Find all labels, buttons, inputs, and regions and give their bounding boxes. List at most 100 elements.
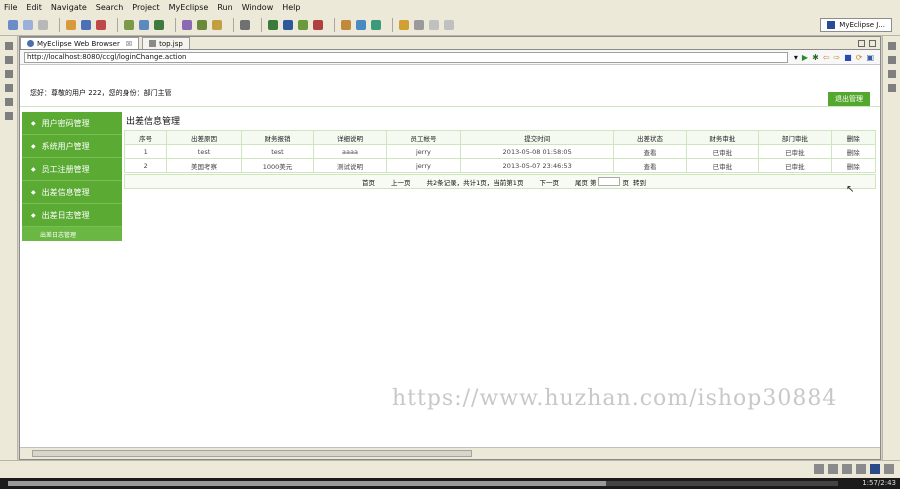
console-icon[interactable] — [828, 464, 838, 474]
sidebar-item-trip-log[interactable]: ◆ 出差日志管理 — [22, 204, 122, 227]
trip-table: 序号 出差原因 财务报销 详细说明 员工帐号 提交时间 出差状态 财务审批 部门… — [123, 130, 877, 173]
debug-run-icon[interactable] — [283, 19, 293, 30]
page-number-input[interactable] — [598, 177, 621, 186]
view-link[interactable]: 查看 — [613, 158, 687, 173]
run-icon[interactable] — [268, 19, 278, 30]
pin-icon[interactable] — [414, 19, 424, 30]
tasks-icon[interactable] — [5, 112, 13, 120]
browser-address-bar: http://localhost:8080/ccgl/loginChange.a… — [20, 50, 880, 65]
next-page-link[interactable]: 下一页 — [539, 177, 559, 187]
arrow-icon: ◆ — [31, 142, 36, 150]
restore-icon[interactable] — [5, 84, 13, 92]
forward-icon[interactable]: ⇨ — [833, 53, 840, 62]
sidebar-item-employee-registration[interactable]: ◆ 员工注册管理 — [22, 158, 122, 181]
print-icon[interactable] — [38, 19, 48, 30]
save-icon[interactable] — [23, 19, 33, 30]
view-link[interactable]: 查看 — [613, 144, 687, 159]
last-page-link[interactable]: 尾页 — [575, 177, 588, 187]
fast-view-icon[interactable] — [814, 464, 824, 474]
restore-icon[interactable] — [5, 42, 13, 50]
outline-icon[interactable] — [5, 98, 13, 106]
cell-index: 1 — [123, 144, 168, 159]
home-icon[interactable]: ▣ — [866, 53, 874, 62]
url-input[interactable]: http://localhost:8080/ccgl/loginChange.a… — [24, 51, 788, 63]
minimize-icon[interactable] — [858, 40, 865, 47]
user-greeting: 您好：尊敬的用户 222，您的身份：部门主管 — [30, 89, 172, 97]
restore-icon[interactable] — [888, 42, 896, 50]
stop-icon[interactable]: ■ — [844, 53, 852, 62]
forward-icon[interactable] — [444, 19, 454, 30]
maximize-icon[interactable] — [869, 40, 876, 47]
back-icon[interactable] — [429, 19, 439, 30]
deploy-icon[interactable] — [66, 19, 76, 30]
menu-search[interactable]: Search — [96, 3, 123, 12]
wizard-icon[interactable] — [139, 19, 149, 30]
sidebar-subitem-trip-log[interactable]: 出差日志管理 — [22, 227, 122, 241]
go-button[interactable]: 转到 — [633, 177, 646, 187]
video-player-bar: 1:57/2:43 — [0, 478, 900, 489]
open-type-icon[interactable] — [341, 19, 351, 30]
browser-icon[interactable] — [96, 19, 106, 30]
external-tools-icon[interactable] — [313, 19, 323, 30]
menu-window[interactable]: Window — [242, 3, 274, 12]
server-icon[interactable] — [81, 19, 91, 30]
editor-tabs: MyEclipse Web Browser ☒ top.jsp — [20, 37, 880, 50]
settings-icon[interactable] — [240, 19, 250, 30]
outline-icon[interactable] — [888, 56, 896, 64]
package-icon[interactable] — [197, 19, 207, 30]
menu-navigate[interactable]: Navigate — [51, 3, 87, 12]
menu-help[interactable]: Help — [282, 3, 300, 12]
sidebar-item-password[interactable]: ◆ 用户密码管理 — [22, 112, 122, 135]
new-icon[interactable] — [8, 19, 18, 30]
menu-file[interactable]: File — [4, 3, 17, 12]
sidebar-item-system-users[interactable]: ◆ 系统用户管理 — [22, 135, 122, 158]
back-icon[interactable]: ⇦ — [823, 53, 830, 62]
refresh-icon[interactable]: ⟳ — [856, 53, 863, 62]
menu-run[interactable]: Run — [217, 3, 232, 12]
sidebar-item-trip-info[interactable]: ◆ 出差信息管理 — [22, 181, 122, 204]
perspective-icon — [827, 21, 836, 29]
tab-web-browser[interactable]: MyEclipse Web Browser ☒ — [20, 37, 140, 49]
go-icon[interactable]: ▶ — [802, 53, 808, 62]
delete-link[interactable]: 删除 — [830, 144, 877, 159]
tasks-icon[interactable] — [884, 464, 894, 474]
toolbar-separator — [59, 17, 60, 32]
tab-top-jsp[interactable]: top.jsp — [142, 37, 190, 49]
package-explorer-icon[interactable] — [5, 56, 13, 64]
menu-edit[interactable]: Edit — [26, 3, 42, 12]
status-bar — [0, 460, 900, 478]
dropdown-icon[interactable]: ▾ — [794, 53, 798, 62]
database-icon[interactable] — [182, 19, 192, 30]
minimize-icon[interactable] — [5, 70, 13, 78]
delete-link[interactable]: 删除 — [830, 158, 877, 173]
tab-label: MyEclipse Web Browser — [37, 39, 120, 48]
web-page: 您好：尊敬的用户 222，您的身份：部门主管 退出管理 ◆ 用户密码管理 ◆ 系… — [20, 66, 880, 446]
close-icon[interactable]: ☒ — [126, 40, 132, 48]
toolbar-separator — [117, 17, 118, 32]
menu-myeclipse[interactable]: MyEclipse — [169, 3, 209, 12]
profile-icon[interactable] — [298, 19, 308, 30]
logout-button[interactable]: 退出管理 — [828, 92, 870, 106]
hibernate-icon[interactable] — [212, 19, 222, 30]
scrollbar-thumb[interactable] — [32, 450, 472, 457]
servers-icon[interactable] — [856, 464, 866, 474]
settings-icon[interactable]: ✱ — [812, 53, 819, 62]
search-icon[interactable] — [371, 19, 381, 30]
debug-icon[interactable] — [124, 19, 134, 30]
problems-icon[interactable] — [842, 464, 852, 474]
globe-icon[interactable] — [154, 19, 164, 30]
restore-icon[interactable] — [888, 70, 896, 78]
column-header: 部门审批 — [758, 130, 832, 145]
perspective-switcher[interactable]: MyEclipse J... — [820, 18, 892, 32]
horizontal-scrollbar[interactable] — [20, 447, 880, 459]
properties-icon[interactable] — [888, 84, 896, 92]
cell-finance-approval: 已审批 — [685, 158, 760, 173]
screen-icon[interactable] — [870, 464, 880, 474]
prev-page-link[interactable]: 上一页 — [391, 177, 411, 187]
menu-project[interactable]: Project — [132, 3, 159, 12]
playback-track[interactable] — [8, 481, 838, 486]
annotation-icon[interactable] — [399, 19, 409, 30]
open-task-icon[interactable] — [356, 19, 366, 30]
arrow-icon: ◆ — [31, 165, 36, 173]
first-page-link[interactable]: 首页 — [362, 177, 375, 187]
